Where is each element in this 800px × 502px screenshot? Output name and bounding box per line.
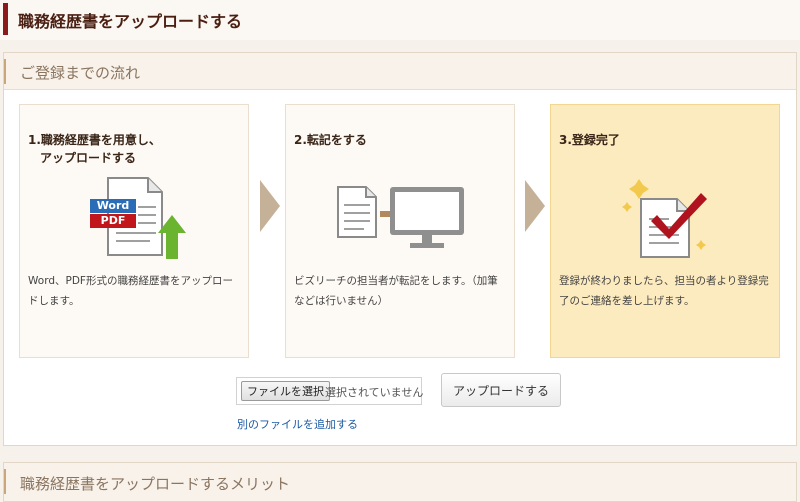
- merit-panel-accent: [4, 469, 6, 494]
- step-2-title: 2.転記をする: [294, 133, 367, 147]
- step-2-description: ビズリーチの担当者が転記をします。（加筆などは行いません）: [294, 275, 498, 307]
- merit-panel-title: 職務経歴書をアップロードするメリット: [20, 475, 291, 493]
- title-accent-bar: [3, 3, 8, 35]
- step-arrow-1: [260, 180, 280, 232]
- choose-file-button[interactable]: ファイルを選択: [241, 381, 330, 401]
- step-1-description: Word、PDF形式の職務経歴書をアップロードします。: [28, 275, 233, 307]
- pdf-label: PDF: [100, 214, 126, 227]
- file-status-text: 選択されていません: [325, 386, 424, 399]
- upload-button[interactable]: アップロードする: [441, 373, 561, 407]
- step-1-title-line1: 1.職務経歴書を用意し、: [28, 133, 161, 147]
- step-2-card: 2.転記をする ビズリーチの担当者が転記をします。（加筆などは行いません）: [285, 104, 515, 358]
- page-header: 職務経歴書をアップロードする: [0, 0, 800, 40]
- flow-panel-header: ご登録までの流れ: [4, 53, 796, 90]
- transcribe-to-computer-icon: [337, 186, 464, 248]
- step-arrow-2: [525, 180, 545, 232]
- step-3-description: 登録が終わりましたら、担当の者より登録完了のご連絡を差し上げます。: [559, 275, 769, 307]
- merit-panel-header: 職務経歴書をアップロードするメリット: [3, 462, 797, 502]
- flow-panel-title: ご登録までの流れ: [20, 64, 141, 82]
- step-1-card: 1.職務経歴書を用意し、 アップロードする Word PDF Word、PDF形…: [19, 104, 249, 358]
- registration-complete-icon: [622, 179, 707, 258]
- step-3-title: 3.登録完了: [559, 133, 620, 147]
- page-title: 職務経歴書をアップロードする: [18, 12, 243, 31]
- flow-panel-accent: [4, 59, 6, 84]
- word-label: Word: [96, 199, 130, 212]
- step-1-title-line2: アップロードする: [40, 151, 137, 165]
- add-file-link[interactable]: 別のファイルを追加する: [237, 416, 358, 432]
- step-3-card: 3.登録完了 登録が終わりましたら、担当の者より登録完了のご連絡を差し上げます。: [550, 104, 780, 358]
- file-input[interactable]: ファイルを選択 選択されていません: [236, 377, 424, 405]
